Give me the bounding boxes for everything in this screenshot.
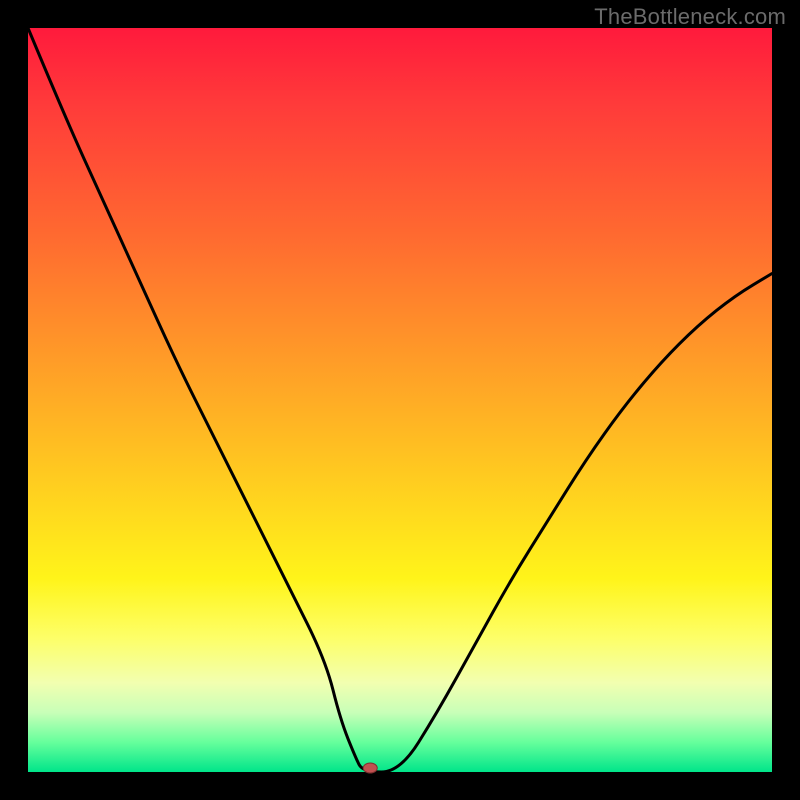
min-marker [363, 763, 377, 773]
plot-area [28, 28, 772, 772]
watermark: TheBottleneck.com [594, 4, 786, 30]
chart-frame: TheBottleneck.com [0, 0, 800, 800]
bottleneck-curve [28, 28, 772, 772]
